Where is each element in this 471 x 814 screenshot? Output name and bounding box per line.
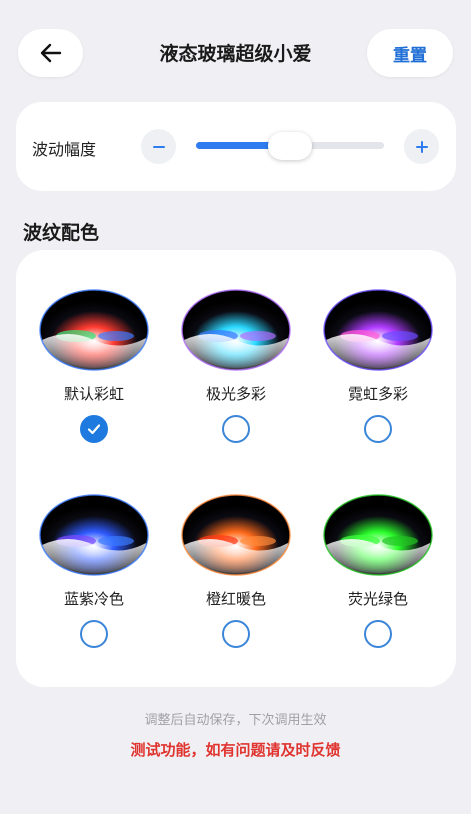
decrease-button[interactable] <box>141 129 176 164</box>
palette-option[interactable]: 霓虹多彩 <box>318 288 438 468</box>
palette-option-label: 荧光绿色 <box>347 590 408 608</box>
palette-preview-orb <box>181 494 291 576</box>
plus-icon <box>415 140 428 153</box>
minus-icon <box>152 145 165 148</box>
palette-card: 默认彩虹 极光多彩 霓虹多彩蓝紫冷色 橙红暖色 荧光绿色 <box>16 250 456 687</box>
palette-preview-orb <box>323 494 433 576</box>
amplitude-card: 波动幅度 <box>16 102 456 191</box>
checkmark-icon <box>87 424 101 435</box>
palette-option-radio[interactable] <box>364 415 392 443</box>
increase-button[interactable] <box>404 129 439 164</box>
palette-option-radio[interactable] <box>222 620 250 648</box>
arrow-left-icon <box>40 43 61 63</box>
palette-preview-orb <box>39 494 149 576</box>
slider-thumb[interactable] <box>268 132 312 160</box>
back-button[interactable] <box>18 29 83 77</box>
section-title-palette: 波纹配色 <box>23 222 100 244</box>
palette-option-label: 霓虹多彩 <box>347 385 408 403</box>
palette-option-label: 蓝紫冷色 <box>63 590 124 608</box>
autosave-note: 调整后自动保存，下次调用生效 <box>144 713 327 728</box>
palette-option[interactable]: 荧光绿色 <box>318 493 438 673</box>
palette-preview-orb <box>39 289 149 371</box>
palette-option[interactable]: 橙红暖色 <box>176 493 296 673</box>
amplitude-label: 波动幅度 <box>32 140 97 159</box>
palette-option[interactable]: 默认彩虹 <box>34 288 154 468</box>
palette-option-radio[interactable] <box>222 415 250 443</box>
palette-option-radio[interactable] <box>364 620 392 648</box>
reset-button[interactable]: 重置 <box>367 29 453 77</box>
settings-page: 液态玻璃超级小爱 重置 波动幅度 波纹配色 默认彩虹 极光多彩 霓虹多彩蓝紫冷色 橙红… <box>0 0 471 814</box>
page-title: 液态玻璃超级小爱 <box>159 43 312 65</box>
palette-option-label: 橙红暖色 <box>205 590 266 608</box>
palette-option-radio[interactable] <box>80 620 108 648</box>
header: 液态玻璃超级小爱 重置 <box>0 0 471 106</box>
palette-preview-orb <box>181 289 291 371</box>
palette-option-radio[interactable] <box>80 415 108 443</box>
test-warning: 测试功能，如有问题请及时反馈 <box>130 741 341 759</box>
palette-option-label: 默认彩虹 <box>63 385 124 403</box>
palette-preview-orb <box>323 289 433 371</box>
palette-option[interactable]: 蓝紫冷色 <box>34 493 154 673</box>
palette-option-label: 极光多彩 <box>205 385 266 403</box>
palette-option[interactable]: 极光多彩 <box>176 288 296 468</box>
